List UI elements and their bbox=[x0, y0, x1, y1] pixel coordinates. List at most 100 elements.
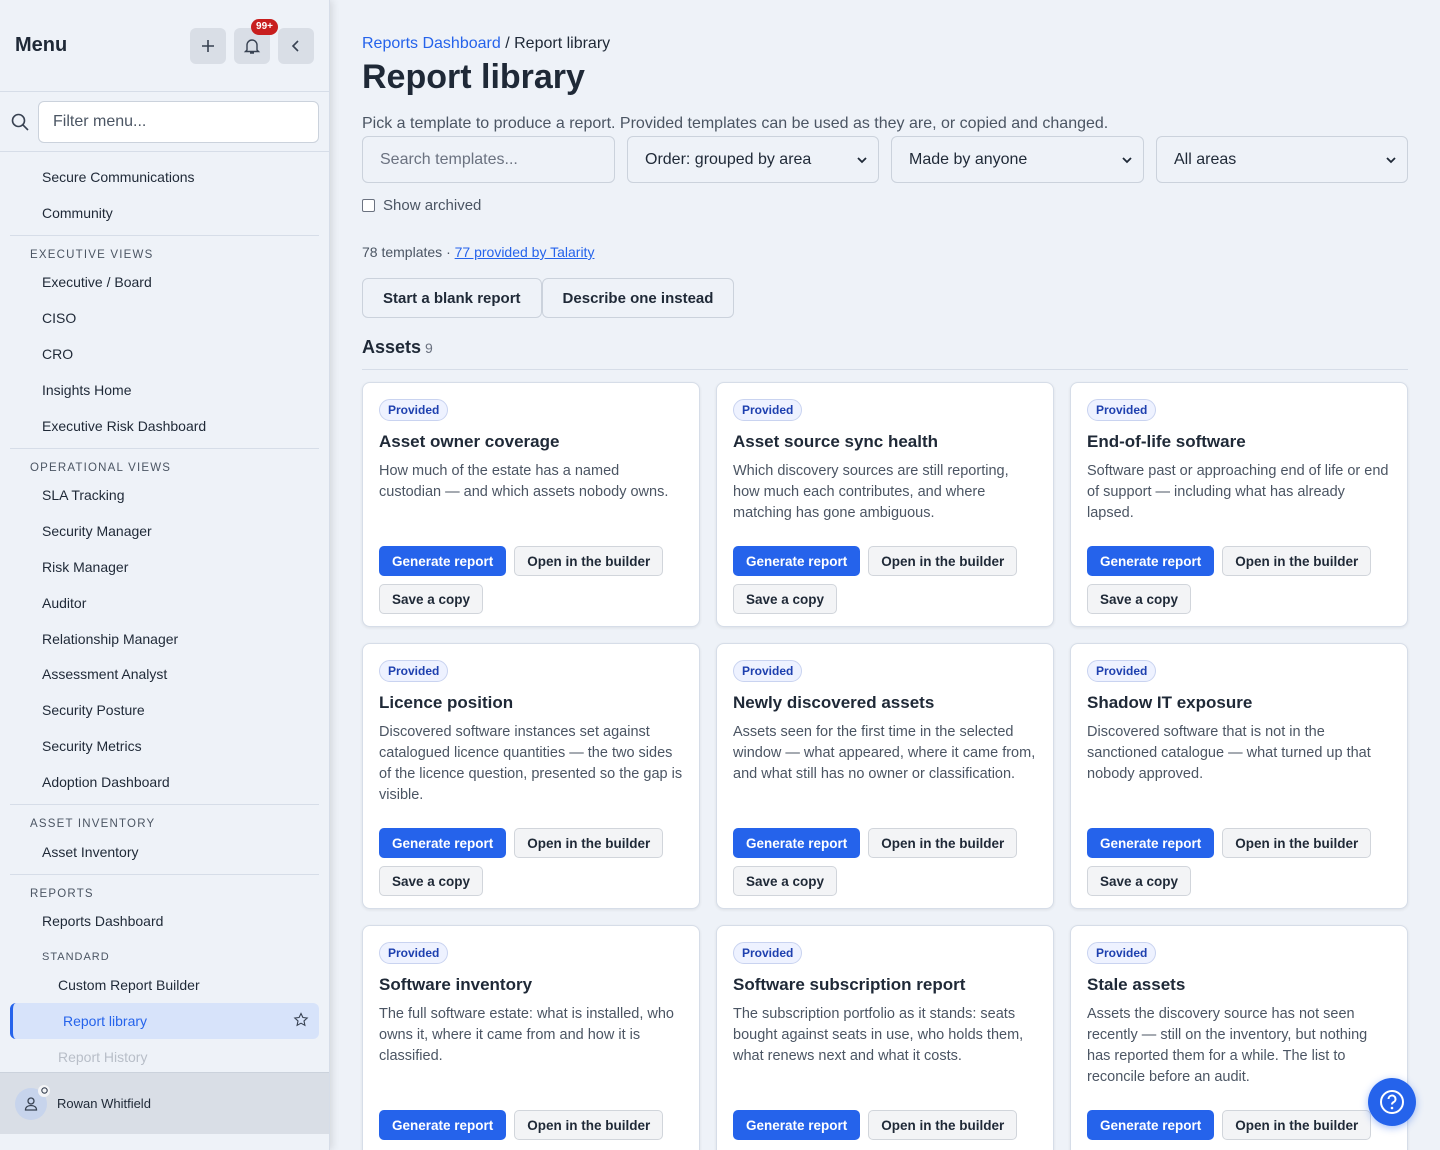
template-card: Provided Asset source sync health Which … bbox=[716, 382, 1054, 627]
sidebar-item-report-history[interactable]: Report History bbox=[0, 1039, 329, 1072]
generate-report-button[interactable]: Generate report bbox=[1087, 1110, 1215, 1140]
star-icon[interactable] bbox=[293, 1012, 309, 1028]
sidebar-item-report-library[interactable]: Report library bbox=[10, 1003, 319, 1039]
sidebar-filter bbox=[0, 92, 329, 152]
sidebar-item-security-posture[interactable]: Security Posture bbox=[0, 692, 329, 728]
open-in-builder-button[interactable]: Open in the builder bbox=[1222, 546, 1372, 576]
save-copy-button[interactable]: Save a copy bbox=[733, 584, 838, 614]
sidebar-item-sla-tracking[interactable]: SLA Tracking bbox=[0, 478, 329, 514]
sidebar-header: Menu 99+ bbox=[0, 0, 329, 92]
chevron-down-icon bbox=[1122, 157, 1132, 164]
collapse-sidebar-button[interactable] bbox=[278, 27, 314, 64]
chevron-left-icon bbox=[291, 39, 299, 52]
sidebar-item-auditor[interactable]: Auditor bbox=[0, 585, 329, 621]
sidebar-item-security-manager[interactable]: Security Manager bbox=[0, 513, 329, 549]
areas-select-value: All areas bbox=[1174, 150, 1237, 168]
card-title: Stale assets bbox=[1087, 975, 1186, 994]
generate-report-button[interactable]: Generate report bbox=[1087, 546, 1215, 576]
card-description: The subscription portfolio as it stands:… bbox=[733, 1006, 1024, 1064]
provided-badge: Provided bbox=[379, 399, 449, 421]
chevron-down-icon bbox=[1386, 157, 1396, 164]
user-name: Rowan Whitfield bbox=[57, 1096, 151, 1111]
sidebar-item-executive-board[interactable]: Executive / Board bbox=[0, 265, 329, 301]
sidebar-item-reports-dashboard[interactable]: Reports Dashboard bbox=[0, 904, 329, 940]
card-description: Software past or approaching end of life… bbox=[1087, 463, 1389, 521]
card-title: Licence position bbox=[379, 693, 514, 712]
user-icon bbox=[24, 1096, 38, 1111]
sidebar-title: Menu bbox=[15, 34, 68, 56]
help-button[interactable] bbox=[1368, 1078, 1416, 1126]
breadcrumb-reports-dashboard[interactable]: Reports Dashboard bbox=[362, 35, 501, 52]
generate-report-button[interactable]: Generate report bbox=[733, 546, 861, 576]
sidebar-item-custom-report-builder[interactable]: Custom Report Builder bbox=[0, 967, 329, 1003]
save-copy-button[interactable]: Save a copy bbox=[379, 584, 484, 614]
open-in-builder-button[interactable]: Open in the builder bbox=[514, 1110, 664, 1140]
filter-menu-input[interactable] bbox=[38, 100, 319, 143]
areas-select[interactable]: All areas bbox=[1156, 136, 1408, 183]
show-archived-checkbox[interactable] bbox=[362, 199, 375, 212]
describe-report-button[interactable]: Describe one instead bbox=[541, 278, 735, 318]
open-in-builder-button[interactable]: Open in the builder bbox=[868, 546, 1018, 576]
sidebar-section-executive-views: EXECUTIVE VIEWS bbox=[10, 234, 319, 265]
sidebar-item-adoption-dashboard[interactable]: Adoption Dashboard bbox=[0, 764, 329, 800]
section-divider bbox=[362, 369, 1408, 370]
generate-report-button[interactable]: Generate report bbox=[379, 1110, 507, 1140]
open-in-builder-button[interactable]: Open in the builder bbox=[1222, 828, 1372, 858]
user-footer[interactable]: Rowan Whitfield bbox=[0, 1072, 329, 1134]
provided-badge: Provided bbox=[1087, 660, 1157, 682]
sidebar-item-risk-manager[interactable]: Risk Manager bbox=[0, 549, 329, 585]
save-copy-button[interactable]: Save a copy bbox=[1087, 584, 1192, 614]
card-title: Asset owner coverage bbox=[379, 432, 560, 451]
start-blank-report-button[interactable]: Start a blank report bbox=[362, 278, 542, 318]
sidebar-item-executive-risk-dashboard[interactable]: Executive Risk Dashboard bbox=[0, 408, 329, 444]
generate-report-button[interactable]: Generate report bbox=[379, 546, 507, 576]
template-card: Provided Licence position Discovered sof… bbox=[362, 643, 700, 909]
sidebar-item-cro[interactable]: CRO bbox=[0, 336, 329, 372]
plus-icon bbox=[202, 39, 214, 52]
provided-badge: Provided bbox=[379, 660, 449, 682]
sidebar-item-label: Report library bbox=[63, 1013, 148, 1030]
provided-badge: Provided bbox=[733, 660, 803, 682]
provided-templates-link[interactable]: 77 provided by Talarity bbox=[455, 244, 595, 260]
open-in-builder-button[interactable]: Open in the builder bbox=[868, 1110, 1018, 1140]
sidebar-section-asset-inventory: ASSET INVENTORY bbox=[10, 803, 319, 834]
save-copy-button[interactable]: Save a copy bbox=[733, 866, 838, 896]
open-in-builder-button[interactable]: Open in the builder bbox=[514, 546, 664, 576]
sidebar-item-community[interactable]: Community bbox=[0, 195, 329, 231]
sidebar-item-security-metrics[interactable]: Security Metrics bbox=[0, 728, 329, 764]
sidebar-item-asset-inventory[interactable]: Asset Inventory bbox=[0, 834, 329, 870]
save-copy-button[interactable]: Save a copy bbox=[1087, 866, 1192, 896]
chevron-down-icon bbox=[857, 157, 867, 164]
made-by-select[interactable]: Made by anyone bbox=[891, 136, 1144, 183]
provided-badge: Provided bbox=[733, 942, 803, 964]
sidebar-item-ciso[interactable]: CISO bbox=[0, 300, 329, 336]
add-button[interactable] bbox=[190, 27, 226, 64]
sidebar-item-relationship-manager[interactable]: Relationship Manager bbox=[0, 621, 329, 657]
card-description: Which discovery sources are still report… bbox=[733, 463, 1009, 521]
save-copy-button[interactable]: Save a copy bbox=[379, 866, 484, 896]
template-card: Provided Software subscription report Th… bbox=[716, 925, 1054, 1150]
template-card: Provided Asset owner coverage How much o… bbox=[362, 382, 700, 627]
card-title: Software inventory bbox=[379, 975, 533, 994]
sidebar-item-assessment-analyst[interactable]: Assessment Analyst bbox=[0, 657, 329, 693]
notifications-button[interactable]: 99+ bbox=[234, 18, 278, 64]
generate-report-button[interactable]: Generate report bbox=[1087, 828, 1215, 858]
show-archived-toggle[interactable]: Show archived bbox=[362, 197, 481, 214]
generate-report-button[interactable]: Generate report bbox=[379, 828, 507, 858]
template-card: Provided Stale assets Assets the discove… bbox=[1070, 925, 1408, 1150]
search-templates-input[interactable]: Search templates... bbox=[362, 136, 615, 183]
generate-report-button[interactable]: Generate report bbox=[733, 828, 861, 858]
card-description: The full software estate: what is instal… bbox=[379, 1006, 674, 1064]
breadcrumb-separator: / bbox=[505, 35, 510, 52]
generate-report-button[interactable]: Generate report bbox=[733, 1110, 861, 1140]
report-actions: Start a blank report Describe one instea… bbox=[362, 278, 735, 318]
order-select[interactable]: Order: grouped by area bbox=[627, 136, 879, 183]
gear-icon bbox=[38, 1084, 50, 1097]
open-in-builder-button[interactable]: Open in the builder bbox=[1222, 1110, 1372, 1140]
avatar bbox=[15, 1084, 50, 1120]
open-in-builder-button[interactable]: Open in the builder bbox=[868, 828, 1018, 858]
sidebar-item-insights-home[interactable]: Insights Home bbox=[0, 372, 329, 408]
sidebar-item-secure-communications[interactable]: Secure Communications bbox=[0, 159, 329, 195]
open-in-builder-button[interactable]: Open in the builder bbox=[514, 828, 664, 858]
breadcrumb: Reports Dashboard / Report library bbox=[362, 35, 610, 53]
